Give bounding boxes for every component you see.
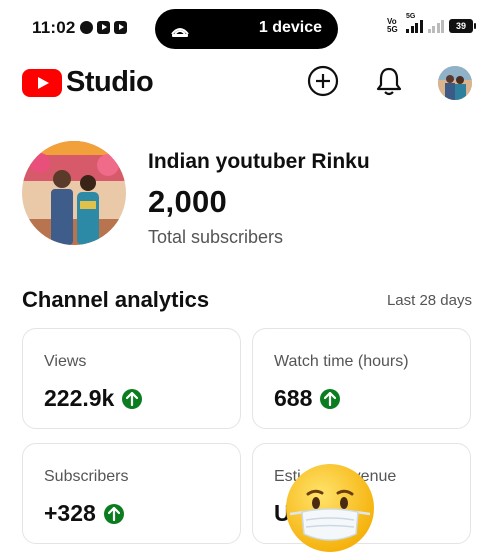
channel-header: Indian youtuber Rinku 2,000 Total subscr… — [0, 140, 493, 250]
cast-icon — [171, 28, 189, 37]
channel-avatar-image — [22, 141, 126, 245]
system-indicators: Vo 5G 5G 39 — [387, 13, 476, 34]
youtube-play-icon — [22, 68, 62, 97]
subscribers-card[interactable]: Subscribers +328 — [22, 443, 241, 544]
channel-avatar[interactable] — [22, 141, 126, 245]
card-label: Subscribers — [44, 468, 129, 485]
subscriber-count: 2,000 — [148, 184, 228, 219]
views-card[interactable]: Views 222.9k — [22, 328, 241, 429]
card-value: 688 — [274, 385, 313, 411]
account-avatar[interactable] — [438, 66, 472, 100]
analytics-period: Last 28 days — [386, 292, 472, 309]
card-label: Watch time (hours) — [274, 353, 409, 370]
network-type-label: 5G — [406, 13, 416, 20]
cast-pill[interactable]: 1 device — [155, 9, 338, 49]
face-with-mask-emoji — [286, 464, 374, 552]
channel-name: Indian youtuber Rinku — [148, 150, 370, 173]
trend-up-icon — [320, 388, 341, 409]
battery-icon: 39 — [449, 19, 476, 33]
volte-indicator: Vo 5G — [387, 17, 398, 34]
subscriber-label: Total subscribers — [148, 227, 284, 247]
status-bar: 11:02 1 device Vo 5G 5G 39 — [0, 0, 493, 56]
facebook-icon — [80, 21, 93, 34]
trend-up-icon — [122, 388, 143, 409]
notifications-button[interactable] — [372, 64, 406, 98]
youtube-notification-icon — [97, 21, 110, 34]
card-value: 222.9k — [44, 385, 115, 411]
card-value: +328 — [44, 500, 96, 526]
cast-device-count: 1 device — [258, 19, 322, 36]
youtube-notification-icon-2 — [114, 21, 127, 34]
trend-up-icon — [103, 503, 124, 524]
signal-icon-secondary — [427, 19, 444, 33]
create-button[interactable] — [306, 64, 340, 98]
bell-icon — [376, 67, 402, 96]
studio-logo[interactable]: Studio — [22, 66, 154, 99]
logo-text: Studio — [66, 66, 154, 98]
account-avatar-image — [438, 66, 472, 100]
signal-icon: 5G — [406, 13, 423, 33]
watch-time-card[interactable]: Watch time (hours) 688 — [252, 328, 471, 429]
notification-icons — [80, 21, 127, 34]
add-circle-icon — [307, 65, 339, 97]
card-label: Views — [44, 353, 87, 370]
analytics-header: Channel analytics Last 28 days — [22, 287, 472, 317]
app-bar: Studio — [0, 56, 493, 112]
analytics-title: Channel analytics — [22, 287, 210, 312]
status-time: 11:02 — [32, 18, 76, 37]
